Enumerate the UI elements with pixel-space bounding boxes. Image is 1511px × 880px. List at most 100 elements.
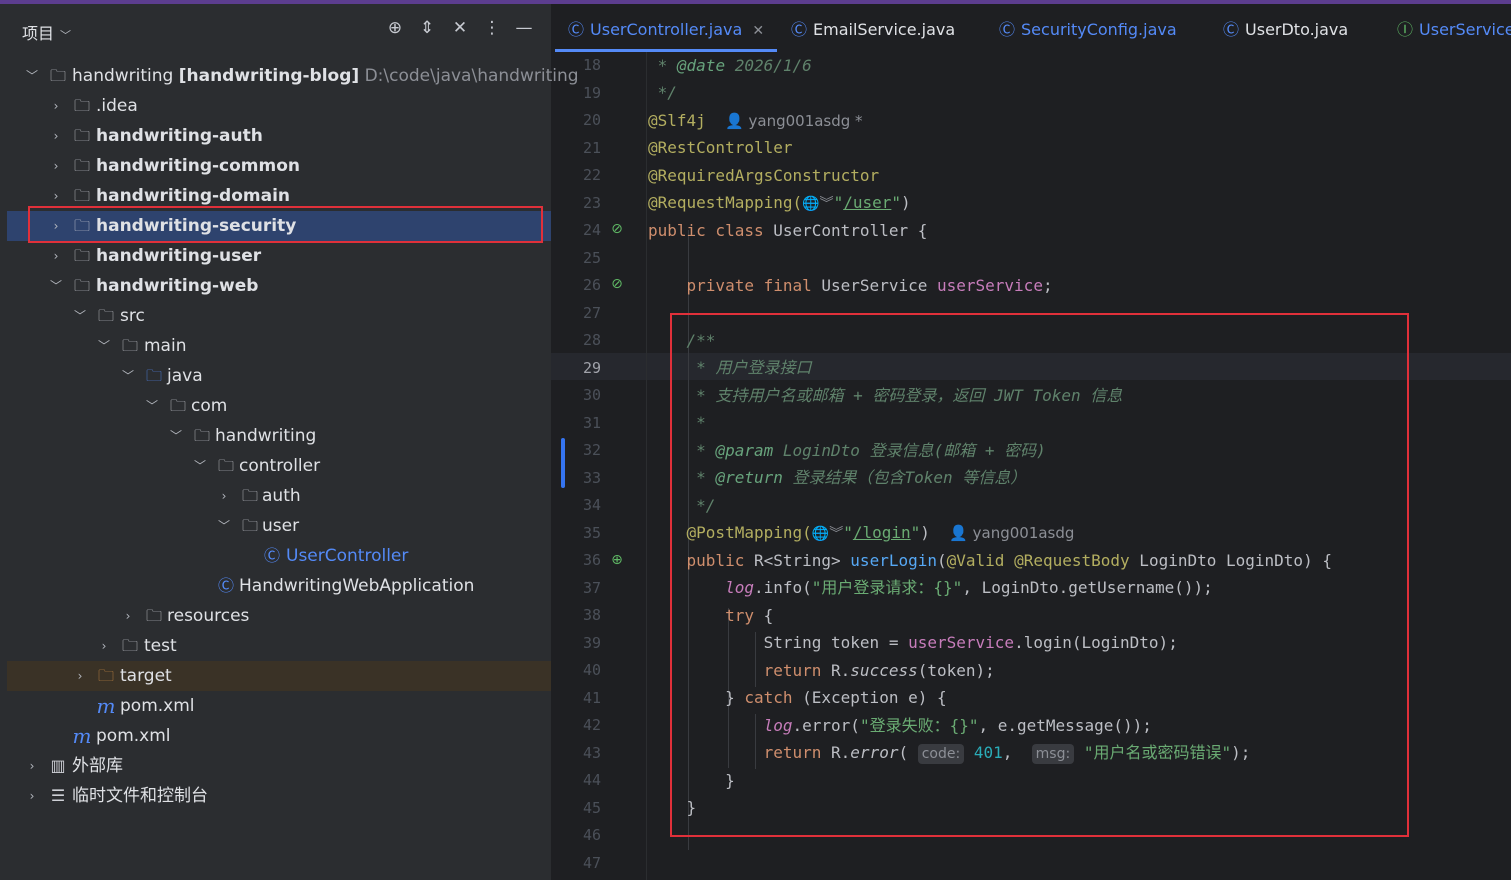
line-number[interactable]: 25 — [551, 245, 601, 272]
tree-item-target[interactable]: › 🗀 target — [7, 661, 551, 691]
line-number[interactable]: 35 — [551, 520, 601, 547]
editor-tabs: Ⓒ UserController.java ✕ Ⓒ EmailService.java… — [551, 4, 1511, 52]
endpoint-icon[interactable]: ⊕ — [608, 551, 626, 569]
line-number[interactable]: 20 — [551, 107, 601, 134]
code-author-hint[interactable]: yang001asdg * — [749, 112, 863, 130]
spring-boot-class-icon: Ⓒ — [217, 576, 234, 595]
close-icon[interactable]: ✕ — [752, 23, 764, 39]
tab-label: UserService — [1419, 20, 1511, 39]
bean-injection-icon[interactable]: ⊘ — [608, 275, 626, 293]
line-number[interactable]: 45 — [551, 795, 601, 822]
line-number[interactable]: 23 — [551, 190, 601, 217]
tree-item-main[interactable]: ﹀ 🗀 main — [7, 331, 551, 361]
scratches-icon: ☰ — [50, 786, 66, 805]
tree-item-label: handwriting — [215, 426, 317, 446]
code-line-19: */ — [648, 83, 677, 102]
minimize-icon[interactable]: — — [513, 18, 535, 38]
tree-item-auth[interactable]: › 🗀 auth — [7, 481, 551, 511]
tree-item-scratches[interactable]: › ☰ 临时文件和控制台 — [7, 781, 551, 811]
source-folder-icon: 🗀 — [145, 366, 162, 385]
tree-item-web-application[interactable]: Ⓒ HandwritingWebApplication — [7, 571, 551, 601]
globe-icon[interactable]: 🌐︾ — [802, 196, 833, 212]
tree-item-handwriting-web[interactable]: ﹀ 🗀 handwriting-web — [7, 271, 551, 301]
code-line-20: @Slf4j 👤 yang001asdg * — [648, 111, 863, 130]
code-editor[interactable]: * @date 2026/1/6 */ @Slf4j 👤 yang001asdg… — [646, 52, 1511, 880]
bean-class-icon[interactable]: ⊘ — [608, 220, 626, 238]
line-number[interactable]: 38 — [551, 602, 601, 629]
tree-item-root[interactable]: ﹀ 🗀 handwriting [handwriting-blog] D:\co… — [7, 61, 579, 91]
tab-user-service[interactable]: Ⓘ UserService — [1397, 16, 1511, 40]
tree-item-controller[interactable]: ﹀ 🗀 controller — [7, 451, 551, 481]
package-icon: 🗀 — [217, 456, 234, 475]
tree-item-user[interactable]: ﹀ 🗀 user — [7, 511, 551, 541]
package-icon: 🗀 — [169, 396, 186, 415]
tree-item-pom-root[interactable]: m pom.xml — [7, 721, 551, 751]
tree-item-test[interactable]: › 🗀 test — [7, 631, 551, 661]
line-number[interactable]: 29 — [551, 355, 601, 382]
vcs-change-marker — [561, 438, 565, 488]
tree-item-pom-web[interactable]: m pom.xml — [7, 691, 551, 721]
expand-collapse-icon[interactable]: ⇕ — [416, 18, 438, 38]
line-number[interactable]: 39 — [551, 630, 601, 657]
module-folder-icon: 🗀 — [49, 66, 66, 85]
line-number[interactable]: 42 — [551, 712, 601, 739]
tree-item-handwriting-auth[interactable]: › 🗀 handwriting-auth — [7, 121, 551, 151]
tree-item-java[interactable]: ﹀ 🗀 java — [7, 361, 551, 391]
line-number[interactable]: 46 — [551, 822, 601, 849]
chevron-down-icon: ﹀ — [73, 309, 86, 323]
chevron-down-icon: ﹀ — [169, 429, 182, 443]
line-number[interactable]: 37 — [551, 575, 601, 602]
line-number[interactable]: 27 — [551, 300, 601, 327]
tree-item-handwriting-user[interactable]: › 🗀 handwriting-user — [7, 241, 551, 271]
tree-item-label: controller — [239, 456, 321, 476]
tree-item-handwriting-common[interactable]: › 🗀 handwriting-common — [7, 151, 551, 181]
line-number[interactable]: 31 — [551, 410, 601, 437]
line-number[interactable]: 43 — [551, 740, 601, 767]
tree-item-idea[interactable]: › 🗀 .idea — [7, 91, 551, 121]
locate-icon[interactable]: ⊕ — [384, 18, 406, 38]
line-number[interactable]: 47 — [551, 850, 601, 877]
package-icon: 🗀 — [241, 516, 258, 535]
line-number[interactable]: 28 — [551, 327, 601, 354]
line-number[interactable]: 21 — [551, 135, 601, 162]
module-folder-icon: 🗀 — [73, 156, 90, 175]
chevron-right-icon: › — [53, 129, 59, 143]
maven-icon: m — [72, 724, 92, 748]
tree-item-com[interactable]: ﹀ 🗀 com — [7, 391, 551, 421]
interface-icon: Ⓘ — [1397, 20, 1414, 39]
tab-security-config[interactable]: Ⓒ SecurityConfig.java — [999, 16, 1177, 40]
more-icon[interactable]: ⋮ — [481, 18, 503, 38]
project-panel-title: 项目 — [22, 24, 55, 43]
tree-item-handwriting-pkg[interactable]: ﹀ 🗀 handwriting — [7, 421, 551, 451]
line-number[interactable]: 32 — [551, 437, 601, 464]
tree-item-external-libraries[interactable]: › ▥ 外部库 — [7, 751, 551, 781]
line-number[interactable]: 40 — [551, 657, 601, 684]
tab-email-service[interactable]: Ⓒ EmailService.java — [791, 16, 955, 40]
line-number[interactable]: 33 — [551, 465, 601, 492]
project-view-selector[interactable]: 项目 ﹀ — [22, 20, 71, 44]
line-number[interactable]: 41 — [551, 685, 601, 712]
line-number[interactable]: 44 — [551, 767, 601, 794]
tree-item-label: handwriting-user — [96, 246, 262, 266]
chevron-right-icon: › — [101, 639, 107, 653]
left-tool-strip — [0, 4, 7, 880]
tree-item-user-controller[interactable]: Ⓒ UserController — [7, 541, 551, 571]
line-number[interactable]: 34 — [551, 492, 601, 519]
line-number[interactable]: 19 — [551, 80, 601, 107]
line-number[interactable]: 18 — [551, 52, 601, 79]
line-number[interactable]: 26 — [551, 272, 601, 299]
code-line-22: @RequiredArgsConstructor — [648, 166, 880, 185]
tree-item-label: user — [262, 516, 300, 536]
collapse-all-icon[interactable]: ✕ — [449, 18, 471, 38]
tree-item-label: handwriting — [72, 66, 174, 86]
tab-user-dto[interactable]: Ⓒ UserDto.java — [1223, 16, 1348, 40]
tree-item-resources[interactable]: › 🗀 resources — [7, 601, 551, 631]
line-number[interactable]: 24 — [551, 217, 601, 244]
tab-user-controller[interactable]: Ⓒ UserController.java ✕ — [568, 16, 764, 40]
line-number[interactable]: 22 — [551, 162, 601, 189]
tree-item-path: D:\code\java\handwriting — [364, 66, 579, 86]
tree-item-label: main — [144, 336, 187, 356]
line-number[interactable]: 30 — [551, 382, 601, 409]
tree-item-src[interactable]: ﹀ 🗀 src — [7, 301, 551, 331]
line-number[interactable]: 36 — [551, 547, 601, 574]
